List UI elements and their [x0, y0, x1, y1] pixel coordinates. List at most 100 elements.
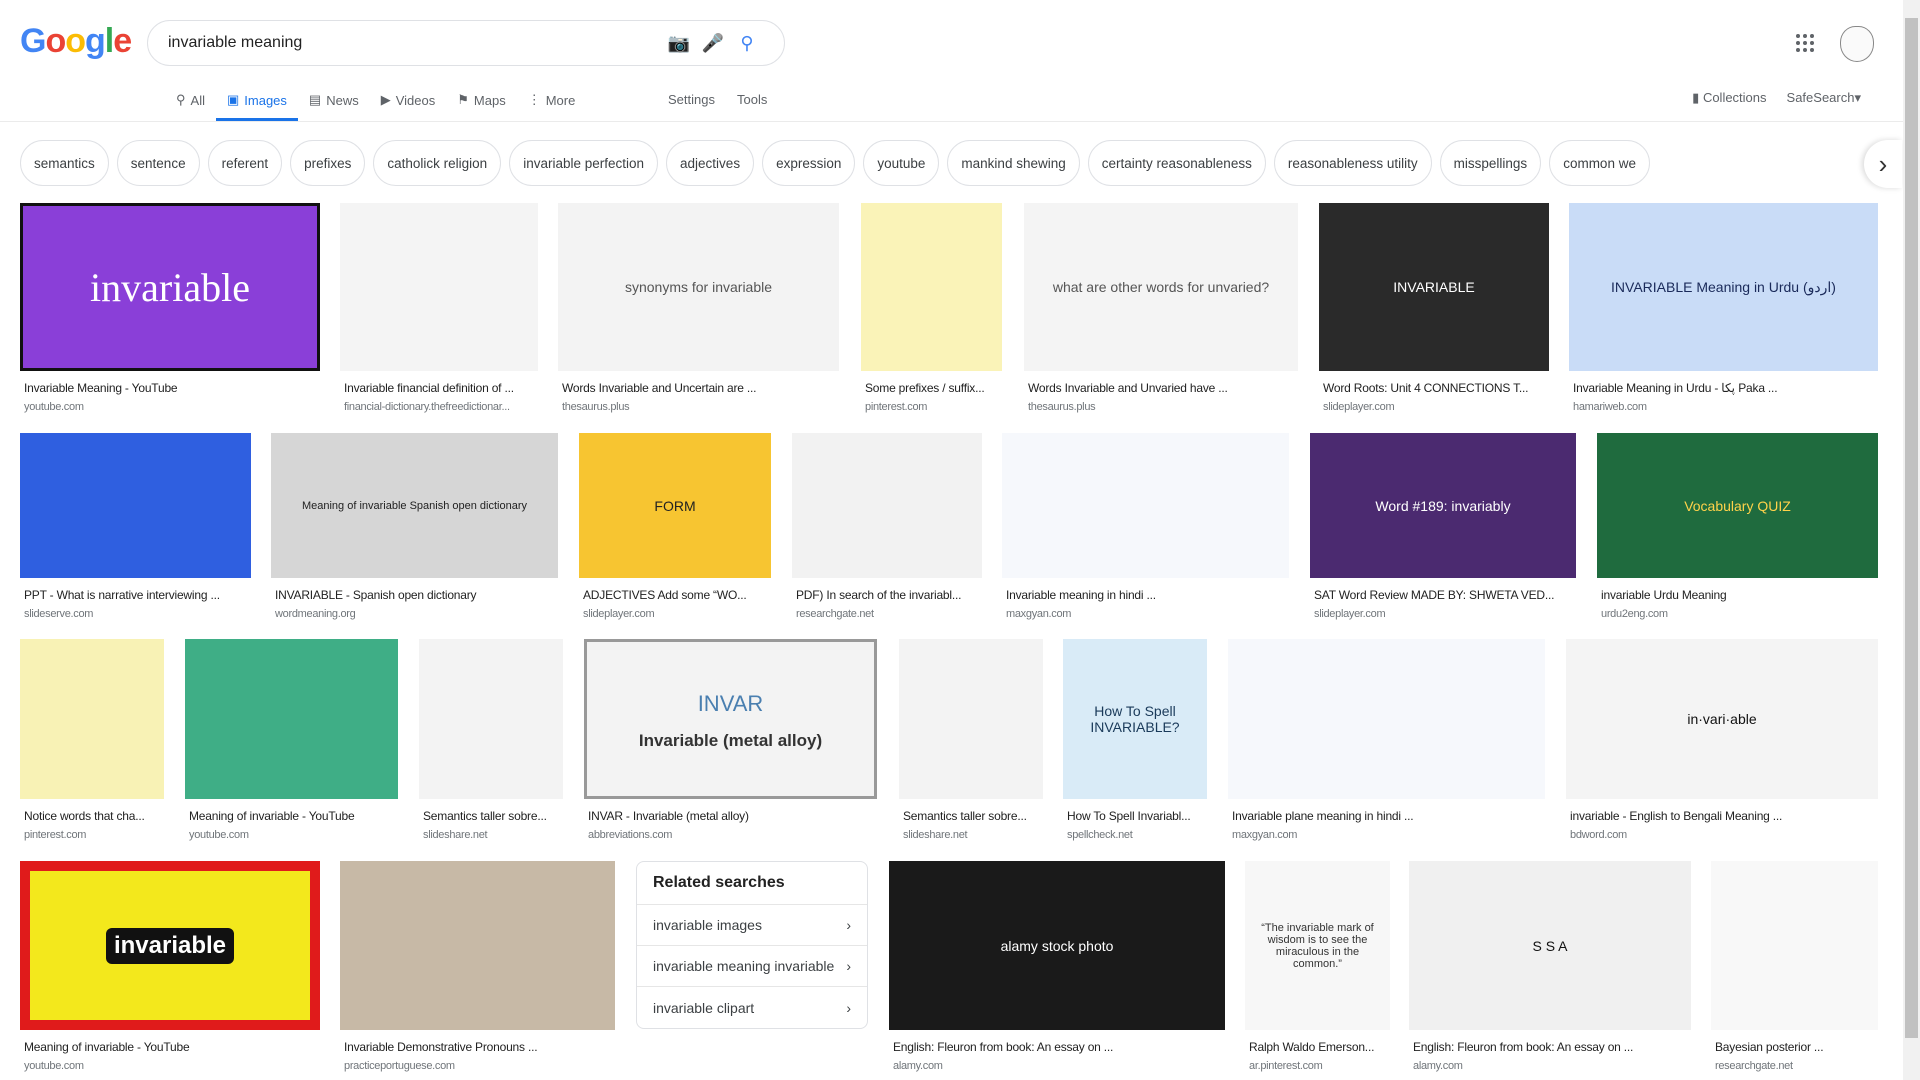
image-result[interactable]: Invariable plane meaning in hindi ... ma…	[1228, 639, 1545, 841]
suggestion-chip[interactable]: invariable perfection	[509, 140, 659, 186]
image-thumbnail[interactable]: “The invariable mark of wisdom is to see…	[1245, 861, 1390, 1030]
image-thumbnail[interactable]	[861, 203, 1002, 371]
image-result[interactable]: alamy stock photo English: Fleuron from …	[889, 861, 1225, 1072]
image-thumbnail[interactable]: INVARIABLE	[1319, 203, 1549, 371]
suggestion-chip[interactable]: common we	[1549, 140, 1650, 186]
image-thumbnail[interactable]: Vocabulary QUIZ	[1597, 433, 1878, 578]
suggestion-chip[interactable]: adjectives	[666, 140, 755, 186]
image-title[interactable]: Invariable Meaning - YouTube	[20, 381, 320, 395]
tools-link[interactable]: Tools	[737, 92, 767, 107]
search-icon[interactable]: ⚲	[730, 33, 764, 54]
avatar[interactable]	[1840, 26, 1874, 62]
image-thumbnail[interactable]: INVARIABLE Meaning in Urdu (اردو)	[1569, 203, 1878, 371]
image-result[interactable]: How To Spell INVARIABLE? How To Spell In…	[1063, 639, 1207, 841]
related-search-item[interactable]: invariable clipart ›	[637, 987, 867, 1028]
tab-news[interactable]: ▤ News	[298, 88, 370, 121]
image-result[interactable]: S S A English: Fleuron from book: An ess…	[1409, 861, 1691, 1072]
suggestion-chip[interactable]: catholick religion	[373, 140, 502, 186]
image-title[interactable]: invariable Urdu Meaning	[1597, 588, 1878, 602]
image-thumbnail[interactable]	[1002, 433, 1289, 578]
suggestion-chip[interactable]: prefixes	[290, 140, 366, 186]
tab-more[interactable]: ⋮ More	[517, 88, 587, 121]
related-search-item[interactable]: invariable images ›	[637, 905, 867, 946]
image-result[interactable]: Meaning of invariable - YouTube youtube.…	[185, 639, 398, 841]
suggestion-chip[interactable]: misspellings	[1439, 140, 1542, 186]
image-result[interactable]: Invariable financial definition of ... f…	[340, 203, 538, 413]
image-title[interactable]: Ralph Waldo Emerson...	[1245, 1040, 1390, 1054]
image-thumbnail[interactable]: Word #189: invariably	[1310, 433, 1576, 578]
image-result[interactable]: Vocabulary QUIZ invariable Urdu Meaning …	[1597, 433, 1878, 620]
image-result[interactable]: Semantics taller sobre... slideshare.net	[899, 639, 1043, 841]
image-result[interactable]: invariable Meaning of invariable - YouTu…	[20, 861, 320, 1072]
image-title[interactable]: Some prefixes / suffix...	[861, 381, 1002, 395]
image-title[interactable]: Invariable financial definition of ...	[340, 381, 538, 395]
image-thumbnail[interactable]: invariable	[20, 203, 320, 371]
image-title[interactable]: English: Fleuron from book: An essay on …	[889, 1040, 1225, 1054]
image-result[interactable]: what are other words for unvaried? Words…	[1024, 203, 1298, 413]
image-result[interactable]: Word #189: invariably SAT Word Review MA…	[1310, 433, 1576, 620]
image-result[interactable]: Meaning of invariable Spanish open dicti…	[271, 433, 558, 620]
image-title[interactable]: Invariable plane meaning in hindi ...	[1228, 809, 1545, 823]
image-thumbnail[interactable]: invariable	[20, 861, 320, 1030]
image-title[interactable]: ADJECTIVES Add some “WO...	[579, 588, 771, 602]
image-title[interactable]: Word Roots: Unit 4 CONNECTIONS T...	[1319, 381, 1549, 395]
image-title[interactable]: invariable - English to Bengali Meaning …	[1566, 809, 1878, 823]
image-thumbnail[interactable]	[419, 639, 563, 799]
image-title[interactable]: Invariable Demonstrative Pronouns ...	[340, 1040, 615, 1054]
image-title[interactable]: INVAR - Invariable (metal alloy)	[584, 809, 877, 823]
image-result[interactable]: FORM ADJECTIVES Add some “WO... slidepla…	[579, 433, 771, 620]
suggestion-chip[interactable]: sentence	[116, 140, 200, 186]
suggestion-chip[interactable]: expression	[762, 140, 856, 186]
tab-all[interactable]: ⚲ All	[165, 88, 216, 121]
suggestion-chip[interactable]: mankind shewing	[947, 140, 1080, 186]
image-result[interactable]: “The invariable mark of wisdom is to see…	[1245, 861, 1390, 1072]
image-thumbnail[interactable]: Meaning of invariable Spanish open dicti…	[271, 433, 558, 578]
google-logo[interactable]: Google	[20, 22, 132, 61]
image-title[interactable]: PDF) In search of the invariabl...	[792, 588, 982, 602]
related-search-item[interactable]: invariable meaning invariable ›	[637, 946, 867, 987]
scrollbar[interactable]	[1903, 0, 1920, 1080]
image-result[interactable]: Invariable meaning in hindi ... maxgyan.…	[1002, 433, 1289, 620]
image-result[interactable]: INVARIABLE Meaning in Urdu (اردو) Invari…	[1569, 203, 1878, 413]
image-title[interactable]: PPT - What is narrative interviewing ...	[20, 588, 251, 602]
image-thumbnail[interactable]	[185, 639, 398, 799]
image-thumbnail[interactable]	[20, 433, 251, 578]
suggestion-chip[interactable]: referent	[207, 140, 283, 186]
image-result[interactable]: invariable Invariable Meaning - YouTube …	[20, 203, 320, 413]
apps-grid-icon[interactable]	[1796, 34, 1814, 52]
settings-link[interactable]: Settings	[668, 92, 715, 107]
image-result[interactable]: Some prefixes / suffix... pinterest.com	[861, 203, 1002, 413]
scrollbar-thumb[interactable]	[1905, 18, 1918, 1038]
image-title[interactable]: Semantics taller sobre...	[419, 809, 563, 823]
image-result[interactable]: PPT - What is narrative interviewing ...…	[20, 433, 251, 620]
image-thumbnail[interactable]: alamy stock photo	[889, 861, 1225, 1030]
image-result[interactable]: PDF) In search of the invariabl... resea…	[792, 433, 982, 620]
image-title[interactable]: Semantics taller sobre...	[899, 809, 1043, 823]
image-title[interactable]: How To Spell Invariabl...	[1063, 809, 1207, 823]
image-thumbnail[interactable]	[340, 203, 538, 371]
image-thumbnail[interactable]: S S A	[1409, 861, 1691, 1030]
image-thumbnail[interactable]	[792, 433, 982, 578]
image-result[interactable]: Invariable Demonstrative Pronouns ... pr…	[340, 861, 615, 1072]
image-thumbnail[interactable]: INVAR Invariable (metal alloy)	[584, 639, 877, 799]
suggestion-chip[interactable]: semantics	[20, 140, 109, 186]
camera-icon[interactable]: 📷	[662, 33, 696, 54]
suggestion-chip[interactable]: reasonableness utility	[1273, 140, 1432, 186]
suggestion-chip[interactable]: youtube	[863, 140, 940, 186]
image-thumbnail[interactable]: FORM	[579, 433, 771, 578]
image-thumbnail[interactable]	[340, 861, 615, 1030]
image-thumbnail[interactable]: in·vari·able	[1566, 639, 1878, 799]
image-title[interactable]: INVARIABLE - Spanish open dictionary	[271, 588, 558, 602]
image-thumbnail[interactable]: synonyms for invariable	[558, 203, 839, 371]
image-result[interactable]: INVARIABLE Word Roots: Unit 4 CONNECTION…	[1319, 203, 1549, 413]
tab-maps[interactable]: ⚑ Maps	[446, 88, 516, 121]
image-result[interactable]: Bayesian posterior ... researchgate.net	[1711, 861, 1878, 1072]
image-thumbnail[interactable]	[1711, 861, 1878, 1030]
image-title[interactable]: Meaning of invariable - YouTube	[185, 809, 398, 823]
image-result[interactable]: in·vari·able invariable - English to Ben…	[1566, 639, 1878, 841]
image-title[interactable]: Invariable meaning in hindi ...	[1002, 588, 1289, 602]
image-title[interactable]: English: Fleuron from book: An essay on …	[1409, 1040, 1691, 1054]
image-title[interactable]: Invariable Meaning in Urdu - پکا Paka ..…	[1569, 381, 1878, 395]
image-title[interactable]: Words Invariable and Uncertain are ...	[558, 381, 839, 395]
tab-images[interactable]: ▣ Images	[215, 88, 298, 121]
